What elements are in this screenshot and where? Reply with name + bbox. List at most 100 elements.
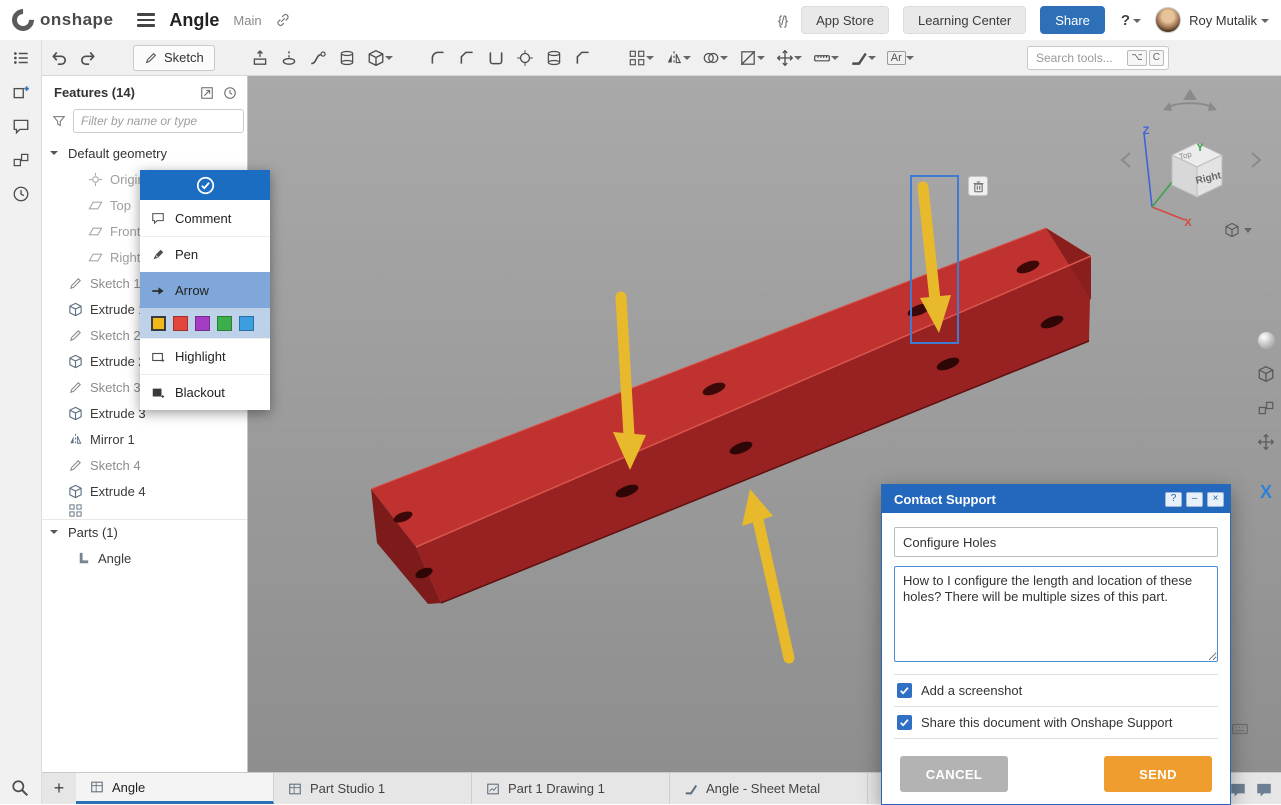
sweep-icon[interactable]: [309, 49, 327, 67]
draft-icon[interactable]: [574, 49, 592, 67]
insert-icon[interactable]: [12, 83, 30, 101]
feature-list-toggle-icon[interactable]: [12, 49, 30, 67]
appearance-sphere-icon[interactable]: [1254, 328, 1278, 352]
part-item-angle[interactable]: Angle: [42, 545, 247, 571]
linear-pattern-icon[interactable]: [628, 49, 654, 67]
analysis-x-icon[interactable]: X: [1254, 480, 1278, 504]
annotation-highlight-item[interactable]: Highlight: [140, 338, 270, 374]
shell-icon[interactable]: [487, 49, 505, 67]
filter-funnel-icon[interactable]: [52, 114, 66, 128]
revolve-icon[interactable]: [280, 49, 298, 67]
export-features-icon[interactable]: [200, 86, 214, 100]
color-swatch-blue[interactable]: [239, 316, 254, 331]
send-button[interactable]: SEND: [1104, 756, 1212, 792]
split-icon[interactable]: [739, 49, 765, 67]
delete-annotation-button[interactable]: [968, 176, 988, 196]
share-document-checkbox-row[interactable]: Share this document with Onshape Support: [894, 707, 1218, 739]
feature-sketch-4[interactable]: Sketch 4: [42, 452, 247, 478]
annotation-pen-item[interactable]: Pen: [140, 236, 270, 272]
extrude-icon: [68, 354, 83, 369]
section-view-icon[interactable]: [1254, 430, 1278, 454]
dialog-help-button[interactable]: ?: [1165, 492, 1182, 507]
learning-center-button[interactable]: Learning Center: [903, 6, 1026, 34]
sketch-button[interactable]: Sketch: [133, 45, 215, 71]
pen-icon: [151, 248, 165, 262]
boolean-icon[interactable]: [702, 49, 728, 67]
history-icon[interactable]: [12, 185, 30, 203]
plane-icon: [88, 250, 103, 265]
tab-angle[interactable]: Angle: [76, 773, 274, 804]
redo-button[interactable]: [79, 49, 97, 67]
sheet-metal-icon[interactable]: [850, 49, 876, 67]
display-modes-icon[interactable]: [1254, 396, 1278, 420]
transform-icon[interactable]: [776, 49, 802, 67]
rotate-up-arrow[interactable]: [1183, 89, 1197, 100]
add-tab-button[interactable]: +: [42, 773, 76, 804]
subject-input[interactable]: [894, 527, 1218, 557]
help-bubble-icon[interactable]: [1255, 781, 1273, 799]
copy-link-icon[interactable]: [276, 13, 290, 27]
dialog-minimize-button[interactable]: –: [1186, 492, 1203, 507]
color-swatch-yellow[interactable]: [151, 316, 166, 331]
annotation-comment-item[interactable]: Comment: [140, 200, 270, 236]
chevron-down-icon[interactable]: [50, 151, 58, 159]
app-store-button[interactable]: App Store: [801, 6, 889, 34]
display-states-icon[interactable]: [12, 151, 30, 169]
add-screenshot-label: Add a screenshot: [921, 683, 1022, 698]
color-swatch-purple[interactable]: [195, 316, 210, 331]
parts-section-header[interactable]: Parts (1): [42, 519, 247, 545]
chamfer-icon[interactable]: [458, 49, 476, 67]
comments-icon[interactable]: [12, 117, 30, 135]
annotation-arrow-item[interactable]: Arrow: [140, 272, 270, 308]
checkbox-checked-icon[interactable]: [897, 683, 912, 698]
feature-mirror-1[interactable]: Mirror 1: [42, 426, 247, 452]
color-swatch-red[interactable]: [173, 316, 188, 331]
appearance-tool[interactable]: Ar: [887, 51, 914, 65]
onshape-logo[interactable]: onshape: [12, 9, 113, 31]
dialog-titlebar[interactable]: Contact Support ? – ×: [882, 485, 1230, 513]
measure-icon[interactable]: [813, 49, 839, 67]
cancel-button[interactable]: CANCEL: [900, 756, 1008, 792]
rib-icon[interactable]: [545, 49, 563, 67]
workspace-name[interactable]: Main: [233, 13, 261, 28]
fillet-icon[interactable]: [429, 49, 447, 67]
main-menu-icon[interactable]: [137, 13, 155, 27]
rotate-right-arrow[interactable]: [1252, 153, 1260, 167]
feature-group-default-geometry[interactable]: Default geometry: [42, 140, 247, 166]
feedback-bubble-icon[interactable]: [1229, 781, 1247, 799]
annotation-popup-header[interactable]: [140, 170, 270, 200]
rotate-left-arrow[interactable]: [1122, 153, 1130, 167]
keyboard-shortcuts-icon[interactable]: [1231, 720, 1249, 738]
zoom-search-icon[interactable]: [11, 779, 29, 797]
annotation-blackout-item[interactable]: Blackout: [140, 374, 270, 410]
color-swatch-green[interactable]: [217, 316, 232, 331]
hole-icon[interactable]: [516, 49, 534, 67]
user-avatar[interactable]: [1155, 7, 1181, 33]
rollback-history-icon[interactable]: [223, 86, 237, 100]
tab-part-1-drawing-1[interactable]: Part 1 Drawing 1: [472, 773, 670, 804]
mirror-icon[interactable]: [665, 49, 691, 67]
feature-filter-input[interactable]: [73, 109, 244, 133]
undo-button[interactable]: [50, 49, 68, 67]
help-menu[interactable]: ?: [1121, 12, 1141, 29]
checkbox-checked-icon[interactable]: [897, 715, 912, 730]
view-cube[interactable]: Top Right Z X Y: [1122, 89, 1260, 237]
tab-part-studio-1[interactable]: Part Studio 1: [274, 773, 472, 804]
extrude-icon[interactable]: [251, 49, 269, 67]
feature-item-clipped[interactable]: [42, 504, 247, 517]
view-options-dropdown[interactable]: [1226, 224, 1252, 237]
share-button[interactable]: Share: [1040, 6, 1105, 34]
thicken-icon[interactable]: [367, 49, 393, 67]
named-views-icon[interactable]: [1254, 362, 1278, 386]
developer-api-icon[interactable]: {/}: [778, 13, 787, 28]
tab-angle-sheet-metal[interactable]: Angle - Sheet Metal: [670, 773, 868, 804]
message-textarea[interactable]: How to I configure the length and locati…: [894, 566, 1218, 662]
loft-icon[interactable]: [338, 49, 356, 67]
user-menu[interactable]: Roy Mutalik: [1189, 13, 1269, 28]
add-screenshot-checkbox-row[interactable]: Add a screenshot: [894, 675, 1218, 707]
chevron-down-icon[interactable]: [50, 530, 58, 538]
dialog-close-button[interactable]: ×: [1207, 492, 1224, 507]
sheet-metal-icon: [684, 782, 698, 796]
roll-arrows[interactable]: [1166, 103, 1214, 108]
feature-extrude-4[interactable]: Extrude 4: [42, 478, 247, 504]
